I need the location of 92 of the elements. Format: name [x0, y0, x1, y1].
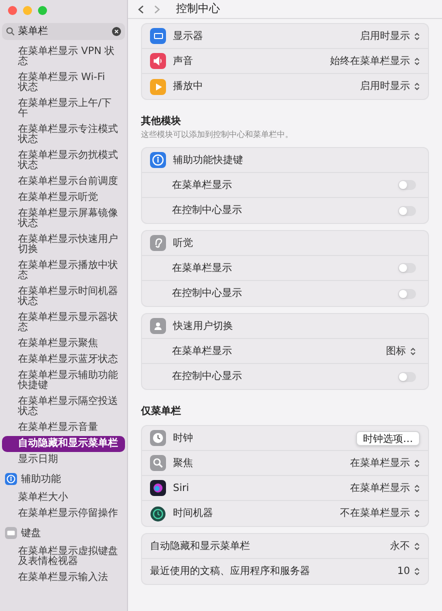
play-icon [150, 78, 166, 94]
sidebar-item[interactable]: 在菜单栏显示上午/下午 [2, 96, 125, 122]
close-window-button[interactable] [8, 6, 17, 15]
sidebar-item[interactable]: 在菜单栏显示时间机器状态 [2, 284, 125, 310]
accessibility-icon [5, 473, 17, 485]
sidebar-item[interactable]: 在菜单栏显示蓝牙状态 [2, 352, 125, 368]
sidebar-item[interactable]: 在菜单栏显示 VPN 状态 [2, 44, 125, 70]
toggle-switch[interactable] [398, 288, 416, 298]
popup-menu[interactable]: 始终在菜单栏显示 [330, 54, 420, 68]
zoom-window-button[interactable] [38, 6, 47, 15]
sidebar-section-title[interactable]: 辅助功能 [21, 472, 61, 486]
setting-label: 听觉 [173, 236, 194, 250]
section-heading: 仅菜单栏 [141, 404, 182, 419]
setting-label: 声音 [173, 54, 194, 68]
clock-icon [150, 430, 166, 446]
stepper-icon [414, 56, 420, 66]
sidebar-item[interactable]: 在菜单栏显示听觉 [2, 190, 125, 206]
toggle-switch[interactable] [398, 206, 416, 216]
setting-label: 在控制中心显示 [172, 286, 243, 301]
popup-menu[interactable]: 10 [397, 564, 420, 579]
sidebar-item[interactable]: 在菜单栏显示隔空投送状态 [2, 394, 125, 420]
section-subtitle: 这些模块可以添加到控制中心和菜单栏中。 [141, 129, 294, 141]
sidebar-item[interactable]: 在菜单栏显示专注模式状态 [2, 122, 125, 148]
search-field[interactable]: 菜单栏 [2, 23, 125, 40]
setting-label: 在控制中心显示 [172, 370, 243, 384]
keyboard-icon [5, 527, 17, 539]
sidebar-section-title[interactable]: 键盘 [21, 526, 41, 540]
back-icon[interactable] [138, 4, 144, 14]
setting-label: 自动隐藏和显示菜单栏 [150, 540, 251, 554]
stepper-icon [414, 458, 420, 468]
toggle-switch[interactable] [398, 372, 416, 382]
setting-label: Siri [173, 482, 190, 496]
setting-label: 时钟 [173, 432, 194, 446]
sidebar-item[interactable]: 在菜单栏显示勿扰模式状态 [2, 148, 125, 174]
display-icon [150, 28, 166, 44]
sidebar-item[interactable]: 在菜单栏显示虚拟键盘及表情检视器 [2, 544, 125, 570]
forward-icon[interactable] [154, 4, 160, 14]
sidebar-item[interactable]: 显示日期 [2, 452, 125, 468]
sidebar-item[interactable]: 在菜单栏显示聚焦 [2, 336, 125, 352]
person-icon [150, 318, 166, 334]
setting-label: 播放中 [173, 80, 204, 94]
search-icon [6, 27, 15, 36]
stepper-icon [414, 542, 420, 550]
stepper-icon [410, 346, 416, 356]
stepper-icon [414, 32, 420, 40]
setting-label: 在菜单栏显示 [172, 178, 233, 192]
accessibility-icon [150, 152, 166, 168]
popup-menu[interactable]: 图标 [386, 344, 416, 358]
setting-label: 在菜单栏显示 [172, 262, 233, 276]
ear-icon [150, 235, 166, 251]
stepper-icon [414, 82, 420, 91]
popup-menu[interactable]: 在菜单栏显示 [350, 480, 420, 496]
sidebar-item[interactable]: 菜单栏大小 [2, 490, 125, 506]
sidebar-item[interactable]: 在菜单栏显示辅助功能快捷键 [2, 368, 125, 394]
clear-icon[interactable] [112, 27, 121, 36]
sidebar-item[interactable]: 在菜单栏显示 Wi-Fi 状态 [2, 70, 125, 96]
stepper-icon [414, 567, 420, 576]
popup-menu[interactable]: 不在菜单栏显示 [340, 506, 420, 521]
popup-menu[interactable]: 在菜单栏显示 [350, 456, 420, 470]
sidebar-item[interactable]: 在菜单栏显示屏幕镜像状态 [2, 206, 125, 232]
speaker-icon [150, 53, 166, 69]
sidebar-item[interactable]: 在菜单栏显示输入法 [2, 570, 125, 586]
setting-label: 辅助功能快捷键 [173, 154, 244, 168]
stepper-icon [414, 509, 420, 518]
setting-label: 快速用户切换 [173, 320, 234, 334]
popup-menu[interactable]: 启用时显示 [360, 28, 420, 44]
siri-orb-icon [150, 480, 166, 496]
clock-icon [150, 506, 166, 522]
search-icon [150, 455, 166, 471]
sidebar-item[interactable]: 在菜单栏显示显示器状态 [2, 310, 125, 336]
section-heading: 其他模块 [141, 114, 182, 129]
setting-label: 最近使用的文稿、应用程序和服务器 [150, 564, 311, 579]
sidebar-item[interactable]: 在菜单栏显示音量 [2, 420, 125, 436]
sidebar-item[interactable]: 在菜单栏显示停留操作 [2, 506, 125, 522]
minimize-window-button[interactable] [23, 6, 32, 15]
window-title: 控制中心 [176, 0, 220, 17]
toggle-switch[interactable] [398, 180, 416, 190]
sidebar-item[interactable]: 在菜单栏显示台前调度 [2, 174, 125, 190]
sidebar-item[interactable]: 在菜单栏显示快速用户切换 [2, 232, 125, 258]
setting-label: 聚焦 [173, 456, 194, 470]
setting-label: 在控制中心显示 [172, 204, 243, 218]
popup-menu[interactable]: 永不 [390, 538, 420, 554]
setting-label: 在菜单栏显示 [172, 344, 233, 358]
popup-menu[interactable]: 启用时显示 [360, 79, 420, 94]
sidebar-item[interactable]: 在菜单栏显示播放中状态 [2, 258, 125, 284]
stepper-icon [414, 484, 420, 492]
sidebar-item[interactable]: 自动隐藏和显示菜单栏 [2, 436, 125, 452]
search-input[interactable]: 菜单栏 [18, 24, 109, 39]
toggle-switch[interactable] [398, 263, 416, 273]
clock-options-button[interactable]: 时钟选项… [356, 430, 420, 446]
setting-label: 时间机器 [173, 506, 214, 521]
setting-label: 显示器 [173, 30, 204, 44]
